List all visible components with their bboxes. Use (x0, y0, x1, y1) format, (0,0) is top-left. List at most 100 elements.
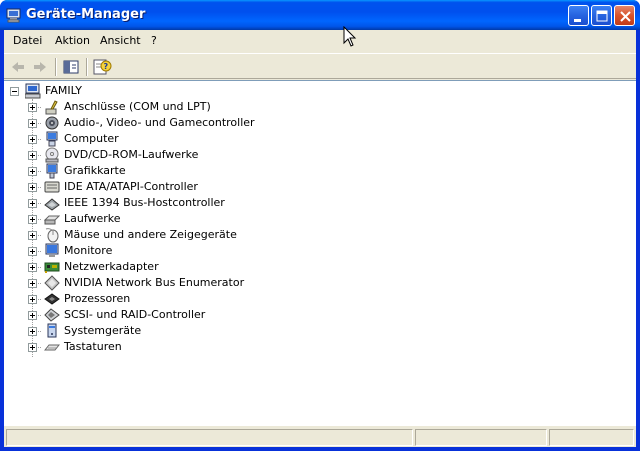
keyboard-icon (43, 339, 61, 355)
status-bar (4, 425, 636, 447)
collapse-toggle[interactable] (10, 87, 19, 96)
tree-item[interactable]: Mäuse und andere Zeigegeräte (28, 227, 268, 243)
close-button[interactable] (614, 5, 635, 26)
tree-item[interactable]: Audio-, Video- und Gamecontroller (28, 115, 268, 131)
tree-item[interactable]: DVD/CD-ROM-Laufwerke (28, 147, 268, 163)
tree-item[interactable]: NVIDIA Network Bus Enumerator (28, 275, 268, 291)
device-manager-icon (6, 7, 22, 23)
processor-icon (44, 291, 60, 307)
computer-icon (24, 83, 41, 99)
tree-item-label: Anschlüsse (COM und LPT) (64, 100, 211, 113)
window-title: Geräte-Manager (26, 7, 146, 22)
menu-datei[interactable]: Datei (13, 34, 42, 47)
tree-item-label: IDE ATA/ATAPI-Controller (64, 180, 198, 193)
expand-toggle[interactable] (28, 295, 37, 304)
expand-toggle[interactable] (28, 279, 37, 288)
properties-button[interactable]: ? (91, 57, 113, 77)
console-tree-button[interactable] (60, 57, 82, 77)
tree-item-label: Monitore (64, 244, 113, 257)
tree-item-label: Mäuse und andere Zeigegeräte (64, 228, 237, 241)
tree-item-label: SCSI- und RAID-Controller (64, 308, 206, 321)
tree-item[interactable]: Systemgeräte (28, 323, 268, 339)
tree-item-label: Systemgeräte (64, 324, 142, 337)
system-device-icon (44, 323, 60, 339)
expand-toggle[interactable] (28, 263, 37, 272)
status-pane-main (6, 429, 413, 446)
tree-item[interactable]: IEEE 1394 Bus-Hostcontroller (28, 195, 268, 211)
menu-ansicht[interactable]: Ansicht (100, 34, 141, 47)
menu-aktion[interactable]: Aktion (55, 34, 90, 47)
expand-toggle[interactable] (28, 199, 37, 208)
network-adapter-icon (44, 259, 60, 275)
tree-item-label: Prozessoren (64, 292, 131, 305)
tree-item[interactable]: Tastaturen (28, 339, 268, 355)
device-tree[interactable]: FAMILY Anschlüsse (COM und LPT) Audio-, V… (4, 80, 636, 425)
toolbar: ? (4, 53, 636, 79)
svg-text:?: ? (104, 62, 109, 71)
device-manager-window: Geräte-Manager Datei Aktion Ansicht ? ? … (0, 0, 640, 451)
display-adapter-icon (44, 163, 60, 179)
expand-toggle[interactable] (28, 183, 37, 192)
expand-toggle[interactable] (28, 135, 37, 144)
tree-item-label: Laufwerke (64, 212, 121, 225)
expand-toggle[interactable] (28, 247, 37, 256)
mouse-icon (44, 227, 60, 243)
close-icon (620, 11, 631, 22)
tree-root-label: FAMILY (45, 84, 82, 97)
expand-toggle[interactable] (28, 215, 37, 224)
maximize-icon (596, 10, 608, 22)
port-icon (44, 99, 60, 115)
tree-item-label: IEEE 1394 Bus-Hostcontroller (64, 196, 225, 209)
tree-item[interactable]: Netzwerkadapter (28, 259, 268, 275)
firewire-icon (44, 195, 60, 211)
minimize-icon (574, 19, 581, 22)
tree-item[interactable]: Laufwerke (28, 211, 268, 227)
disk-drive-icon (43, 211, 61, 227)
expand-toggle[interactable] (28, 343, 37, 352)
tree-item-label: Computer (64, 132, 119, 145)
dvd-drive-icon (44, 147, 60, 163)
tree-root[interactable]: FAMILY (10, 83, 210, 99)
tree-item[interactable]: Monitore (28, 243, 268, 259)
tree-item[interactable]: Computer (28, 131, 268, 147)
tree-item-label: Tastaturen (64, 340, 122, 353)
toolbar-separator (86, 58, 88, 76)
show-hide-console-tree-icon (63, 60, 79, 74)
menu-bar: Datei Aktion Ansicht ? (4, 30, 636, 52)
status-pane-tertiary (549, 429, 634, 446)
bus-enumerator-icon (44, 275, 60, 291)
back-arrow-icon (12, 62, 24, 72)
properties-help-icon: ? (93, 59, 112, 75)
tree-item[interactable]: Prozessoren (28, 291, 268, 307)
mouse-cursor-icon (343, 26, 357, 47)
forward-arrow-icon (34, 62, 46, 72)
expand-toggle[interactable] (28, 103, 37, 112)
audio-icon (44, 115, 60, 131)
expand-toggle[interactable] (28, 311, 37, 320)
maximize-button[interactable] (591, 5, 612, 26)
tree-item-label: Netzwerkadapter (64, 260, 159, 273)
minimize-button[interactable] (568, 5, 589, 26)
expand-toggle[interactable] (28, 151, 37, 160)
tree-item[interactable]: Anschlüsse (COM und LPT) (28, 99, 268, 115)
computer-icon (44, 131, 60, 147)
tree-item-label: DVD/CD-ROM-Laufwerke (64, 148, 199, 161)
tree-item[interactable]: IDE ATA/ATAPI-Controller (28, 179, 268, 195)
expand-toggle[interactable] (28, 119, 37, 128)
expand-toggle[interactable] (28, 327, 37, 336)
title-bar[interactable]: Geräte-Manager (0, 0, 640, 30)
ide-controller-icon (44, 179, 60, 195)
expand-toggle[interactable] (28, 231, 37, 240)
expand-toggle[interactable] (28, 167, 37, 176)
tree-item-label: NVIDIA Network Bus Enumerator (64, 276, 245, 289)
tree-item[interactable]: SCSI- und RAID-Controller (28, 307, 268, 323)
tree-item-label: Grafikkarte (64, 164, 126, 177)
back-button[interactable] (7, 57, 29, 77)
menu-help[interactable]: ? (151, 34, 157, 47)
toolbar-separator (55, 58, 57, 76)
tree-item[interactable]: Grafikkarte (28, 163, 268, 179)
forward-button[interactable] (29, 57, 51, 77)
client-area: Datei Aktion Ansicht ? ? FAMILY Anschlüs… (4, 30, 636, 447)
monitor-icon (44, 243, 60, 259)
status-pane-secondary (415, 429, 547, 446)
